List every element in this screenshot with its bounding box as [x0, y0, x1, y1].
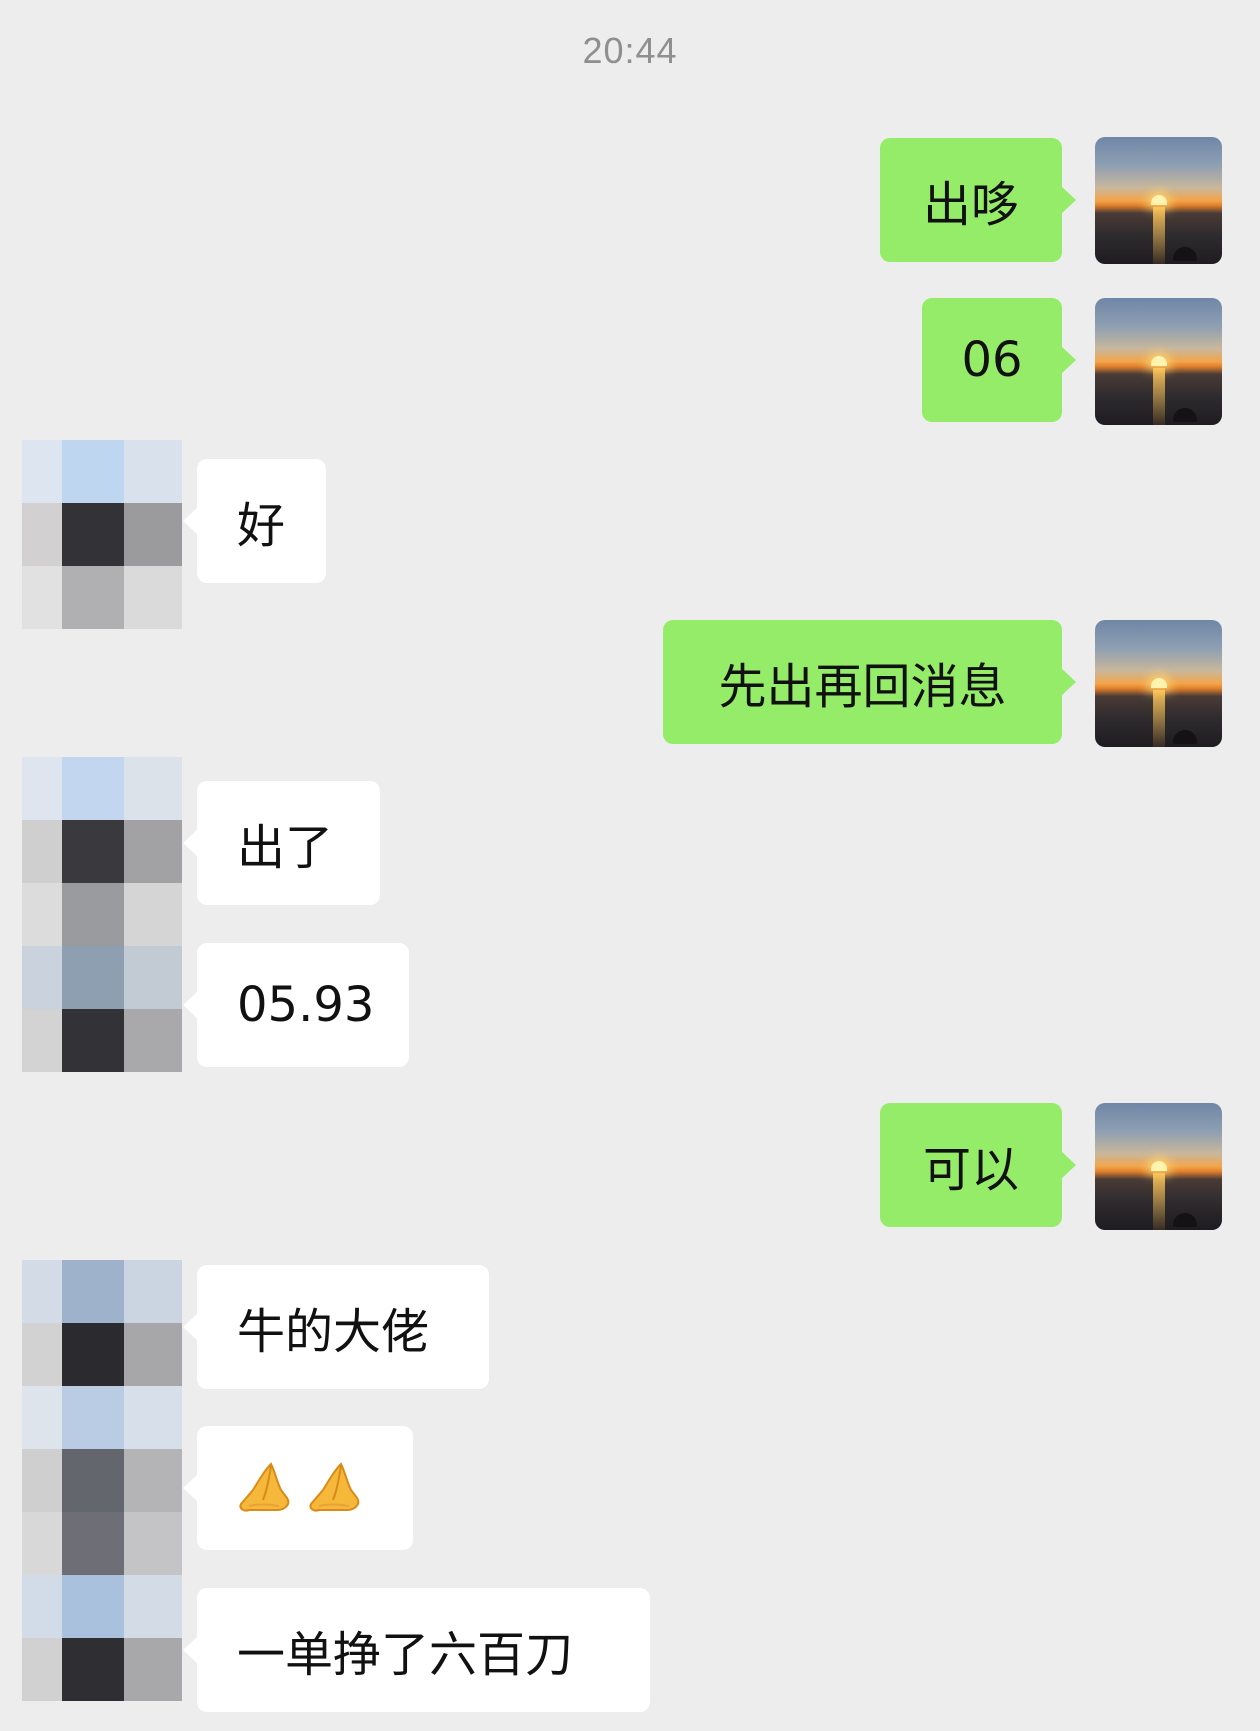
message-bubble-incoming[interactable]: 好: [183, 459, 326, 583]
sun-icon: [1151, 678, 1167, 688]
message-bubble-incoming[interactable]: 一单挣了六百刀: [183, 1588, 650, 1712]
message-bubble-incoming[interactable]: 牛的大佬: [183, 1265, 489, 1389]
praying-hands-icon: [309, 1462, 360, 1512]
message-bubble-incoming[interactable]: [183, 1426, 413, 1550]
message-bubble-incoming[interactable]: 05.93: [183, 943, 409, 1067]
chat-timestamp: 20:44: [582, 30, 678, 71]
message-bubble-outgoing[interactable]: 出哆: [880, 138, 1076, 262]
sun-icon: [1151, 1161, 1167, 1171]
message-bubble-outgoing[interactable]: 06: [922, 298, 1076, 422]
self-avatar[interactable]: [1095, 1103, 1222, 1230]
praying-hands-emoji: [237, 1460, 369, 1516]
message-bubble-incoming[interactable]: 出了: [183, 781, 380, 905]
sun-icon: [1151, 195, 1167, 205]
contact-avatar[interactable]: [22, 440, 182, 629]
message-bubble-outgoing[interactable]: 先出再回消息: [663, 620, 1076, 744]
sun-icon: [1151, 356, 1167, 366]
self-avatar[interactable]: [1095, 620, 1222, 747]
contact-avatar[interactable]: [22, 1260, 182, 1701]
message-bubble-outgoing[interactable]: 可以: [880, 1103, 1076, 1227]
contact-avatar[interactable]: [22, 757, 182, 1072]
self-avatar[interactable]: [1095, 298, 1222, 425]
self-avatar[interactable]: [1095, 137, 1222, 264]
praying-hands-icon: [239, 1462, 290, 1512]
